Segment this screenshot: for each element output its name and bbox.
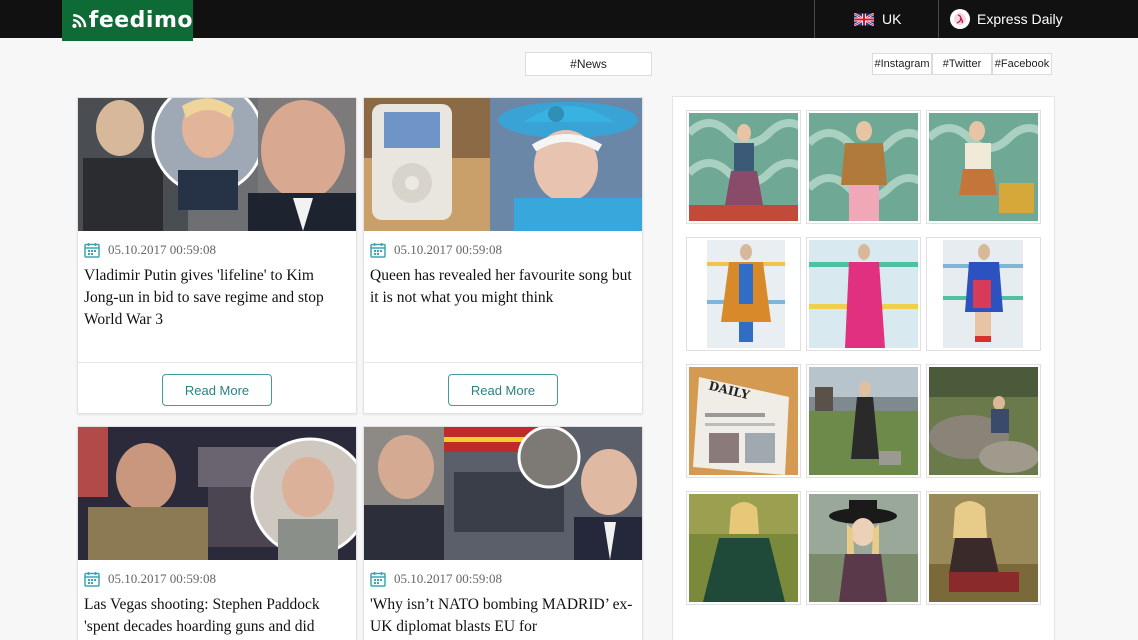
- article-date: 05.10.2017 00:59:08: [84, 242, 216, 258]
- express-logo-icon: [950, 9, 970, 29]
- instagram-thumbnail[interactable]: [686, 110, 801, 224]
- instagram-panel: DAILY: [672, 96, 1055, 640]
- news-card: 05.10.2017 00:59:08 Queen has revealed h…: [363, 97, 643, 414]
- divider: [938, 0, 939, 38]
- card-footer: Read More: [78, 362, 356, 413]
- rss-icon: [72, 13, 87, 28]
- tag-twitter-label: #Twitter: [942, 58, 982, 70]
- tag-twitter[interactable]: #Twitter: [932, 53, 992, 75]
- tag-news[interactable]: #News: [525, 52, 652, 76]
- divider: [814, 0, 815, 38]
- logo-text: feedimo: [88, 8, 193, 33]
- instagram-thumbnail[interactable]: [926, 364, 1041, 478]
- source-label: Express Daily: [977, 11, 1063, 27]
- article-date: 05.10.2017 00:59:08: [370, 242, 502, 258]
- news-card: 05.10.2017 00:59:08 Vladimir Putin gives…: [77, 97, 357, 414]
- instagram-thumbnail[interactable]: [806, 237, 921, 351]
- article-date: 05.10.2017 00:59:08: [84, 571, 216, 587]
- instagram-thumbnail[interactable]: [686, 237, 801, 351]
- tag-news-label: #News: [570, 57, 607, 71]
- instagram-thumbnail[interactable]: [806, 491, 921, 605]
- article-image[interactable]: [78, 98, 356, 231]
- article-title[interactable]: Las Vegas shooting: Stephen Paddock 'spe…: [84, 594, 350, 638]
- article-title[interactable]: Queen has revealed her favourite song bu…: [370, 265, 636, 309]
- article-date-text: 05.10.2017 00:59:08: [394, 242, 502, 257]
- article-date-text: 05.10.2017 00:59:08: [108, 571, 216, 586]
- article-image[interactable]: [78, 427, 356, 560]
- article-image[interactable]: [364, 427, 642, 560]
- instagram-thumbnail[interactable]: [806, 364, 921, 478]
- uk-flag-icon: [854, 12, 874, 26]
- region-selector[interactable]: UK: [854, 0, 901, 38]
- card-footer: Read More: [364, 362, 642, 413]
- calendar-icon: [84, 243, 100, 258]
- article-image[interactable]: [364, 98, 642, 231]
- instagram-thumbnail[interactable]: [686, 491, 801, 605]
- article-date: 05.10.2017 00:59:08: [370, 571, 502, 587]
- region-label: UK: [882, 11, 902, 27]
- calendar-icon: [370, 243, 386, 258]
- instagram-thumbnail[interactable]: [806, 110, 921, 224]
- tag-instagram-label: #Instagram: [874, 58, 930, 70]
- tag-facebook[interactable]: #Facebook: [992, 53, 1052, 75]
- source-selector[interactable]: Express Daily: [950, 0, 1063, 38]
- instagram-thumbnail[interactable]: [926, 491, 1041, 605]
- tag-facebook-label: #Facebook: [994, 58, 1050, 70]
- article-date-text: 05.10.2017 00:59:08: [108, 242, 216, 257]
- instagram-thumbnail[interactable]: [926, 237, 1041, 351]
- calendar-icon: [370, 572, 386, 587]
- article-date-text: 05.10.2017 00:59:08: [394, 571, 502, 586]
- instagram-thumbnail[interactable]: DAILY: [686, 364, 801, 478]
- news-card: 05.10.2017 00:59:08 Las Vegas shooting: …: [77, 426, 357, 640]
- logo[interactable]: feedimo: [62, 0, 193, 41]
- read-more-button[interactable]: Read More: [162, 374, 272, 406]
- article-title[interactable]: 'Why isn’t NATO bombing MADRID’ ex-UK di…: [370, 594, 636, 638]
- calendar-icon: [84, 572, 100, 587]
- instagram-thumbnail[interactable]: [926, 110, 1041, 224]
- news-card: 05.10.2017 00:59:08 'Why isn’t NATO bomb…: [363, 426, 643, 640]
- tag-instagram[interactable]: #Instagram: [872, 53, 932, 75]
- article-title[interactable]: Vladimir Putin gives 'lifeline' to Kim J…: [84, 265, 350, 331]
- read-more-button[interactable]: Read More: [448, 374, 558, 406]
